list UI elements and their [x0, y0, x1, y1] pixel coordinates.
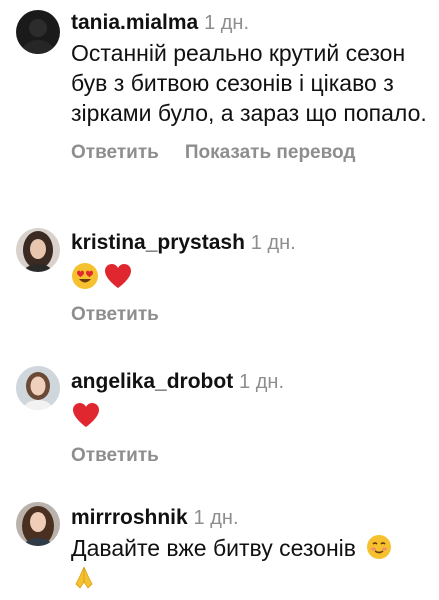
timestamp: 1 дн. [204, 12, 250, 34]
heart-eyes-emoji-icon [72, 263, 98, 289]
avatar[interactable] [16, 228, 60, 272]
profile-photo-icon [16, 228, 60, 272]
username[interactable]: angelika_drobot [71, 370, 233, 393]
red-heart-emoji-icon [105, 264, 131, 288]
username[interactable]: kristina_prystash [71, 231, 245, 254]
avatar[interactable] [16, 502, 60, 546]
comment-text: Останній реально крутий сезон був з битв… [71, 40, 427, 126]
avatar[interactable] [16, 10, 60, 54]
comment-text: Давайте вже битву сезонів [71, 535, 357, 561]
timestamp: 1 дн. [193, 507, 239, 529]
username[interactable]: tania.mialma [71, 11, 198, 34]
folded-hands-emoji-icon [75, 566, 93, 589]
reply-button[interactable]: Ответить [71, 142, 159, 164]
timestamp: 1 дн. [239, 371, 284, 393]
profile-photo-icon [16, 366, 60, 410]
avatar[interactable] [16, 366, 60, 410]
username[interactable]: mirrroshnik [71, 506, 188, 529]
timestamp: 1 дн. [250, 232, 296, 254]
profile-photo-icon [16, 502, 60, 546]
smiling-face-emoji-icon [367, 535, 392, 559]
show-translation-button[interactable]: Показать перевод [185, 142, 356, 164]
reply-button[interactable]: Ответить [71, 304, 159, 326]
profile-photo-icon [16, 10, 60, 54]
reply-button[interactable]: Ответить [71, 445, 159, 467]
red-heart-emoji-icon [73, 403, 99, 427]
